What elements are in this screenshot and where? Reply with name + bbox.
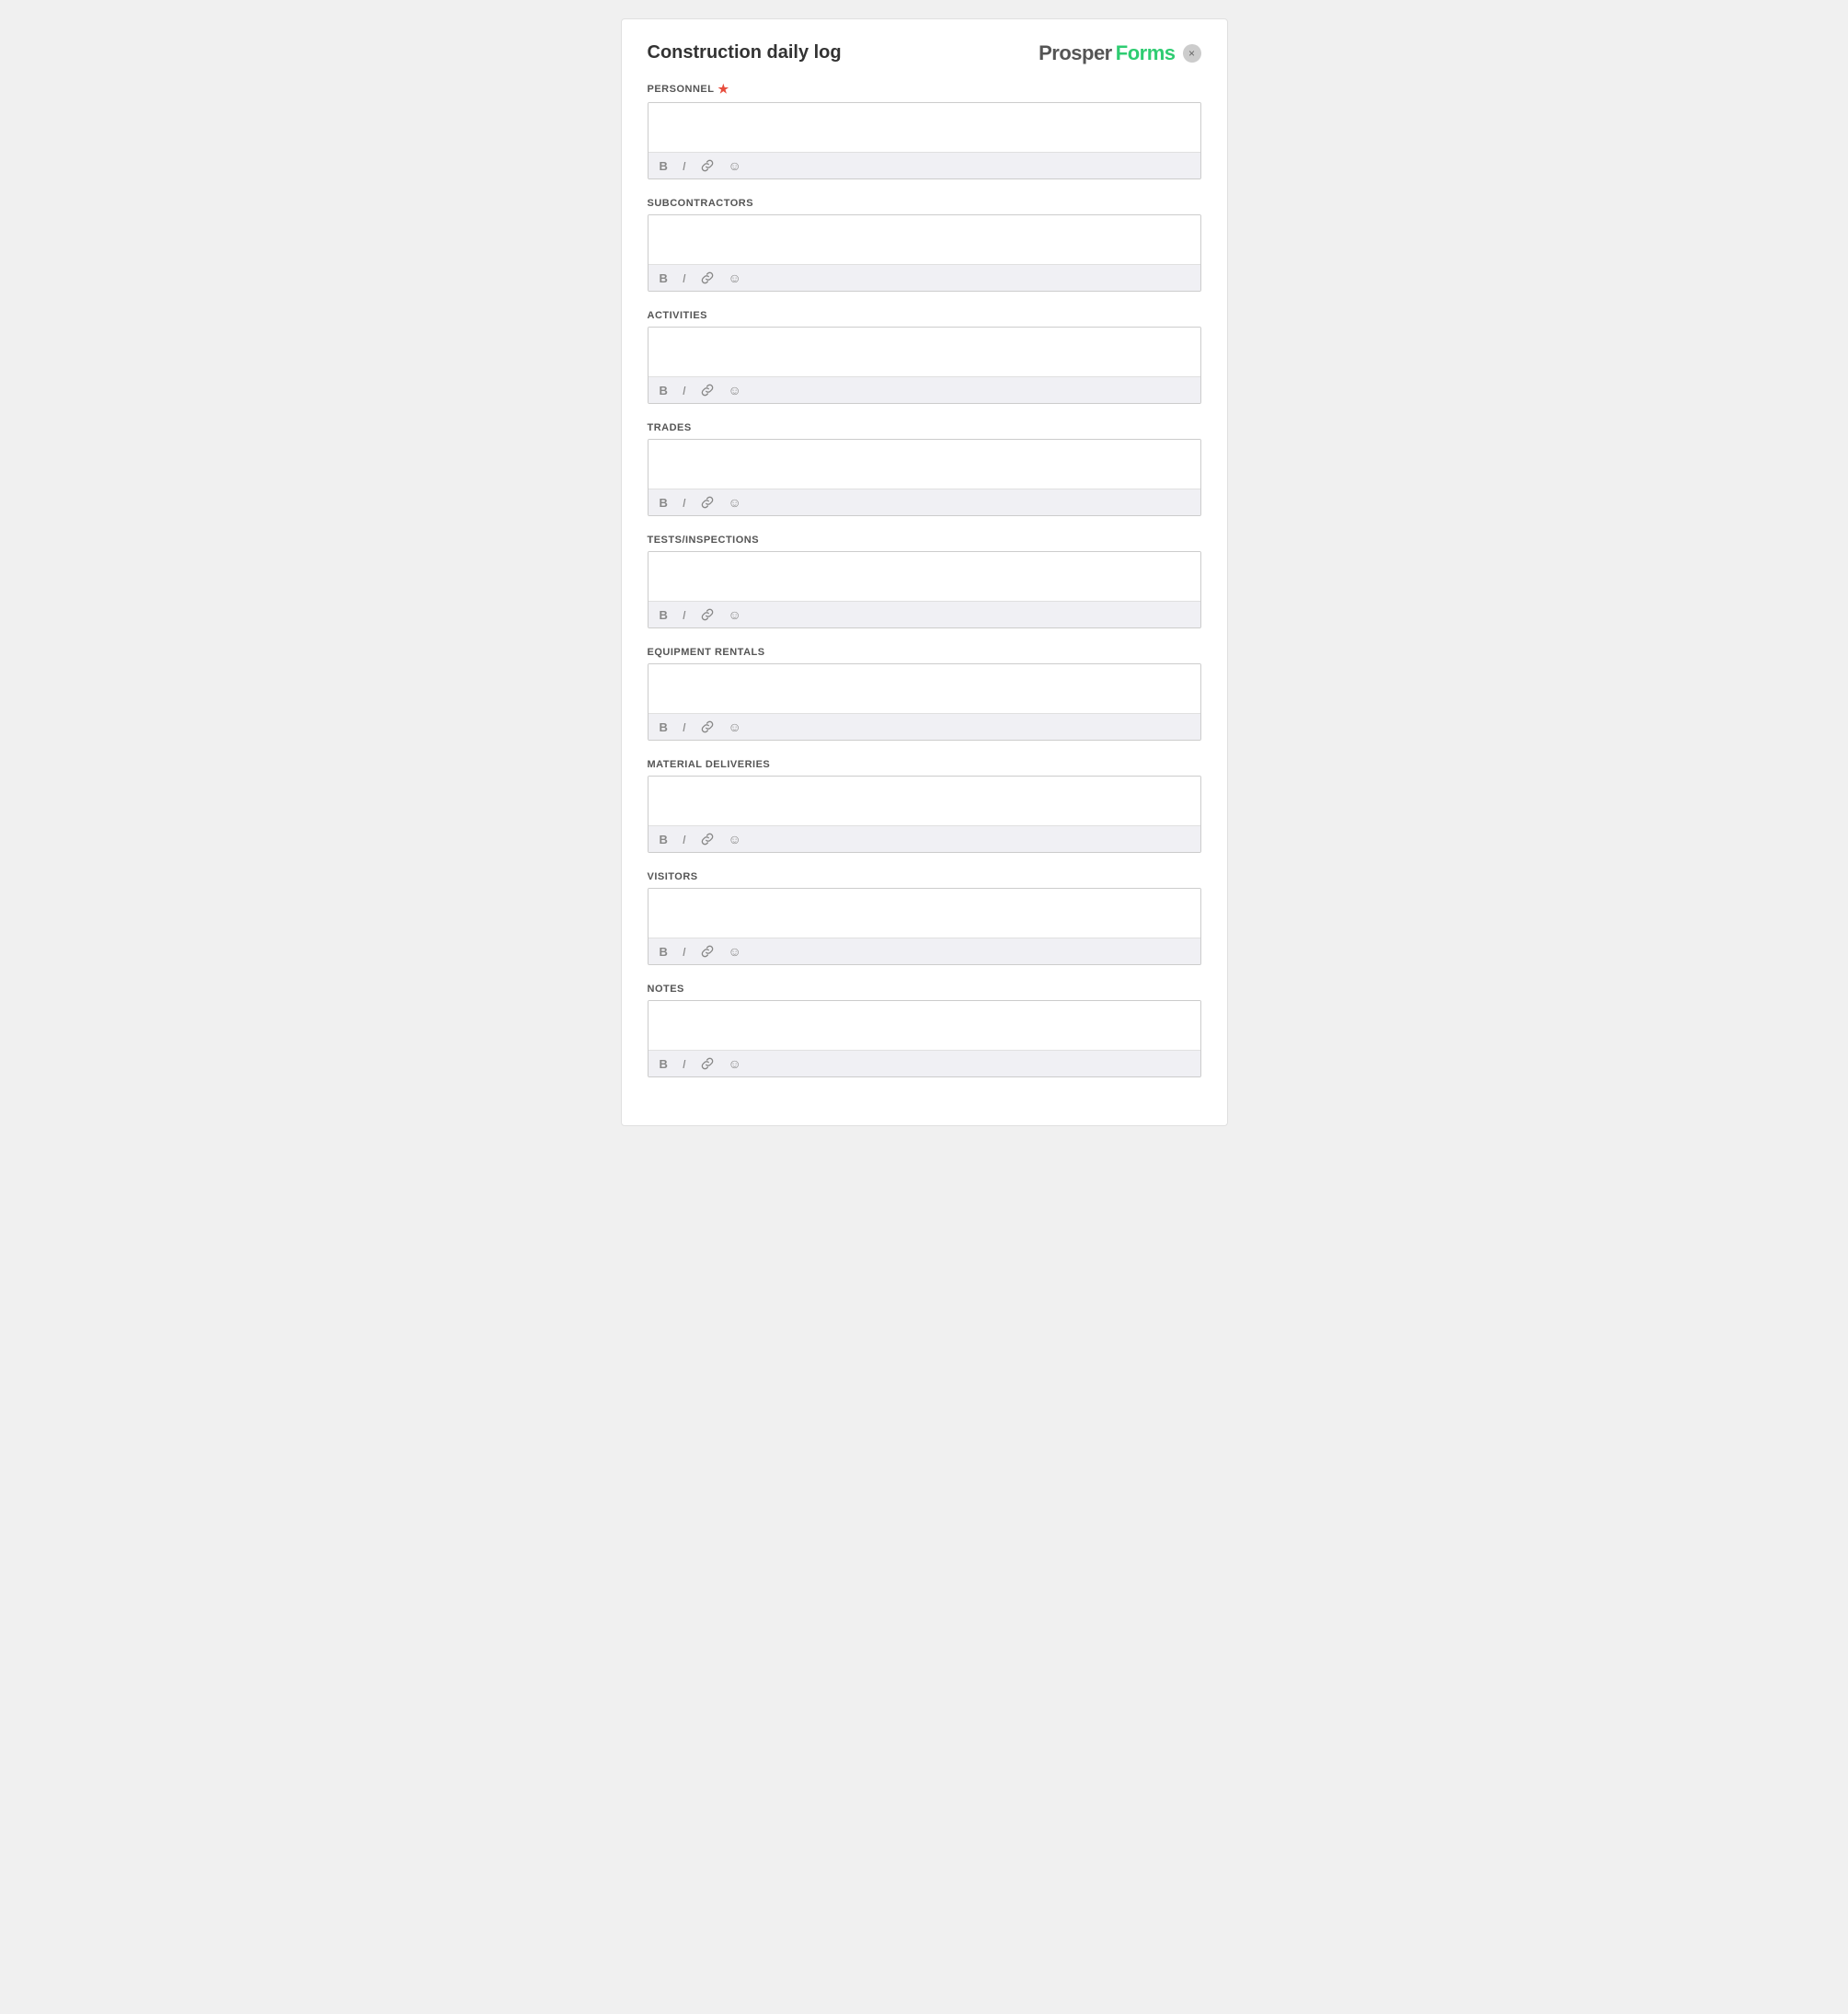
form-title: Construction daily log <box>648 41 842 63</box>
field-group-subcontractors: SUBCONTRACTORS BI ☺ <box>648 198 1201 292</box>
toolbar-visitors: BI ☺ <box>649 938 1200 964</box>
field-group-material_deliveries: MATERIAL DELIVERIES BI ☺ <box>648 759 1201 853</box>
link-button-notes[interactable] <box>697 1055 717 1072</box>
field-label-activities: ACTIVITIES <box>648 310 1201 321</box>
field-group-notes: NOTES BI ☺ <box>648 984 1201 1077</box>
bold-button-tests_inspections[interactable]: B <box>656 607 671 623</box>
toolbar-tests_inspections: BI ☺ <box>649 601 1200 627</box>
link-button-visitors[interactable] <box>697 943 717 960</box>
emoji-button-tests_inspections[interactable]: ☺ <box>725 606 745 623</box>
italic-button-subcontractors[interactable]: I <box>679 270 690 286</box>
italic-button-visitors[interactable]: I <box>679 944 690 960</box>
field-group-trades: TRADES BI ☺ <box>648 422 1201 516</box>
editor-wrapper-notes: BI ☺ <box>648 1000 1201 1077</box>
editor-wrapper-material_deliveries: BI ☺ <box>648 776 1201 853</box>
emoji-button-subcontractors[interactable]: ☺ <box>725 270 745 286</box>
toolbar-trades: BI ☺ <box>649 489 1200 515</box>
editor-wrapper-tests_inspections: BI ☺ <box>648 551 1201 628</box>
toolbar-activities: BI ☺ <box>649 376 1200 403</box>
field-group-visitors: VISITORS BI ☺ <box>648 871 1201 965</box>
toolbar-personnel: BI ☺ <box>649 152 1200 178</box>
emoji-button-visitors[interactable]: ☺ <box>725 943 745 960</box>
field-group-tests_inspections: TESTS/INSPECTIONS BI ☺ <box>648 535 1201 628</box>
toolbar-subcontractors: BI ☺ <box>649 264 1200 291</box>
editor-wrapper-visitors: BI ☺ <box>648 888 1201 965</box>
field-label-equipment_rentals: EQUIPMENT RENTALS <box>648 647 1201 658</box>
close-button[interactable]: × <box>1183 44 1201 63</box>
link-button-trades[interactable] <box>697 494 717 511</box>
field-group-personnel: PERSONNEL★ BI ☺ <box>648 82 1201 179</box>
form-container: Construction daily log Prosper Forms × P… <box>621 18 1228 1126</box>
field-label-tests_inspections: TESTS/INSPECTIONS <box>648 535 1201 546</box>
link-button-subcontractors[interactable] <box>697 270 717 286</box>
link-button-activities[interactable] <box>697 382 717 398</box>
bold-button-personnel[interactable]: B <box>656 158 671 174</box>
field-label-visitors: VISITORS <box>648 871 1201 882</box>
link-button-personnel[interactable] <box>697 157 717 174</box>
link-button-material_deliveries[interactable] <box>697 831 717 847</box>
toolbar-notes: BI ☺ <box>649 1050 1200 1076</box>
editor-wrapper-personnel: BI ☺ <box>648 102 1201 179</box>
logo-forms: Forms <box>1116 41 1176 65</box>
emoji-button-activities[interactable]: ☺ <box>725 382 745 398</box>
editor-wrapper-subcontractors: BI ☺ <box>648 214 1201 292</box>
editor-input-visitors[interactable] <box>649 889 1200 933</box>
field-label-personnel: PERSONNEL★ <box>648 82 1201 97</box>
toolbar-material_deliveries: BI ☺ <box>649 825 1200 852</box>
bold-button-material_deliveries[interactable]: B <box>656 832 671 847</box>
editor-input-activities[interactable] <box>649 328 1200 372</box>
editor-input-tests_inspections[interactable] <box>649 552 1200 596</box>
emoji-button-trades[interactable]: ☺ <box>725 494 745 511</box>
editor-input-trades[interactable] <box>649 440 1200 484</box>
emoji-button-equipment_rentals[interactable]: ☺ <box>725 719 745 735</box>
italic-button-notes[interactable]: I <box>679 1056 690 1072</box>
bold-button-visitors[interactable]: B <box>656 944 671 960</box>
logo-container: Prosper Forms × <box>1039 41 1200 65</box>
italic-button-activities[interactable]: I <box>679 383 690 398</box>
editor-wrapper-activities: BI ☺ <box>648 327 1201 404</box>
link-button-equipment_rentals[interactable] <box>697 719 717 735</box>
field-group-activities: ACTIVITIES BI ☺ <box>648 310 1201 404</box>
emoji-button-material_deliveries[interactable]: ☺ <box>725 831 745 847</box>
required-indicator: ★ <box>717 82 729 97</box>
italic-button-equipment_rentals[interactable]: I <box>679 719 690 735</box>
link-button-tests_inspections[interactable] <box>697 606 717 623</box>
bold-button-equipment_rentals[interactable]: B <box>656 719 671 735</box>
italic-button-personnel[interactable]: I <box>679 158 690 174</box>
editor-input-equipment_rentals[interactable] <box>649 664 1200 708</box>
fields-container: PERSONNEL★BI ☺SUBCONTRACTORSBI ☺ACTIVITI… <box>648 82 1201 1077</box>
field-label-notes: NOTES <box>648 984 1201 995</box>
editor-input-notes[interactable] <box>649 1001 1200 1045</box>
italic-button-tests_inspections[interactable]: I <box>679 607 690 623</box>
form-header: Construction daily log Prosper Forms × <box>648 41 1201 65</box>
editor-wrapper-trades: BI ☺ <box>648 439 1201 516</box>
editor-input-subcontractors[interactable] <box>649 215 1200 259</box>
editor-input-material_deliveries[interactable] <box>649 777 1200 821</box>
emoji-button-notes[interactable]: ☺ <box>725 1055 745 1072</box>
bold-button-trades[interactable]: B <box>656 495 671 511</box>
field-label-material_deliveries: MATERIAL DELIVERIES <box>648 759 1201 770</box>
bold-button-notes[interactable]: B <box>656 1056 671 1072</box>
italic-button-material_deliveries[interactable]: I <box>679 832 690 847</box>
toolbar-equipment_rentals: BI ☺ <box>649 713 1200 740</box>
italic-button-trades[interactable]: I <box>679 495 690 511</box>
logo-prosper: Prosper <box>1039 41 1112 65</box>
bold-button-activities[interactable]: B <box>656 383 671 398</box>
editor-wrapper-equipment_rentals: BI ☺ <box>648 663 1201 741</box>
field-label-trades: TRADES <box>648 422 1201 433</box>
field-label-subcontractors: SUBCONTRACTORS <box>648 198 1201 209</box>
editor-input-personnel[interactable] <box>649 103 1200 147</box>
bold-button-subcontractors[interactable]: B <box>656 270 671 286</box>
emoji-button-personnel[interactable]: ☺ <box>725 157 745 174</box>
field-group-equipment_rentals: EQUIPMENT RENTALS BI ☺ <box>648 647 1201 741</box>
